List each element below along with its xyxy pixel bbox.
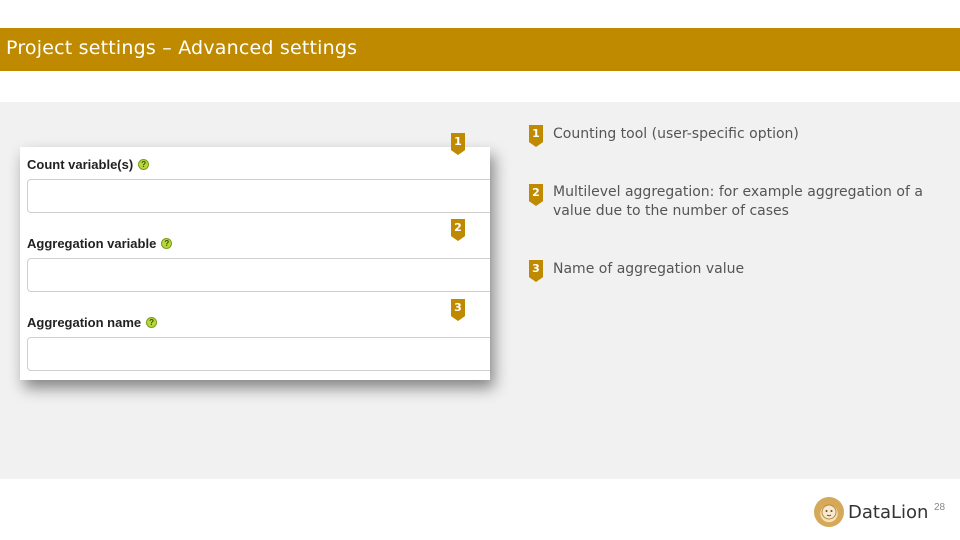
aggregation-variable-input[interactable] — [27, 258, 490, 292]
desc-item-2: Multilevel aggregation: for example aggr… — [553, 184, 923, 219]
settings-form: Count variable(s) ? Aggregation variable… — [20, 147, 490, 380]
desc-item-1: Counting tool (user-specific option) — [553, 126, 799, 142]
logo-text: DataLion — [848, 501, 929, 523]
desc-item-3: Name of aggregation value — [553, 261, 745, 277]
count-variables-label: Count variable(s) ? — [27, 157, 150, 172]
help-icon[interactable]: ? — [161, 238, 173, 249]
count-variables-input[interactable] — [27, 179, 490, 213]
help-icon[interactable]: ? — [146, 317, 158, 328]
page-number: 28 — [934, 502, 946, 513]
lion-icon — [814, 497, 844, 527]
help-icon[interactable]: ? — [138, 159, 150, 170]
datalion-logo: DataLion — [814, 496, 928, 528]
title-bar: Project settings – Advanced settings — [0, 28, 960, 71]
aggregation-name-input[interactable] — [27, 337, 490, 371]
page-title: Project settings – Advanced settings — [6, 37, 358, 59]
aggregation-variable-label: Aggregation variable ? — [27, 236, 173, 251]
aggregation-name-label: Aggregation name ? — [27, 315, 158, 330]
